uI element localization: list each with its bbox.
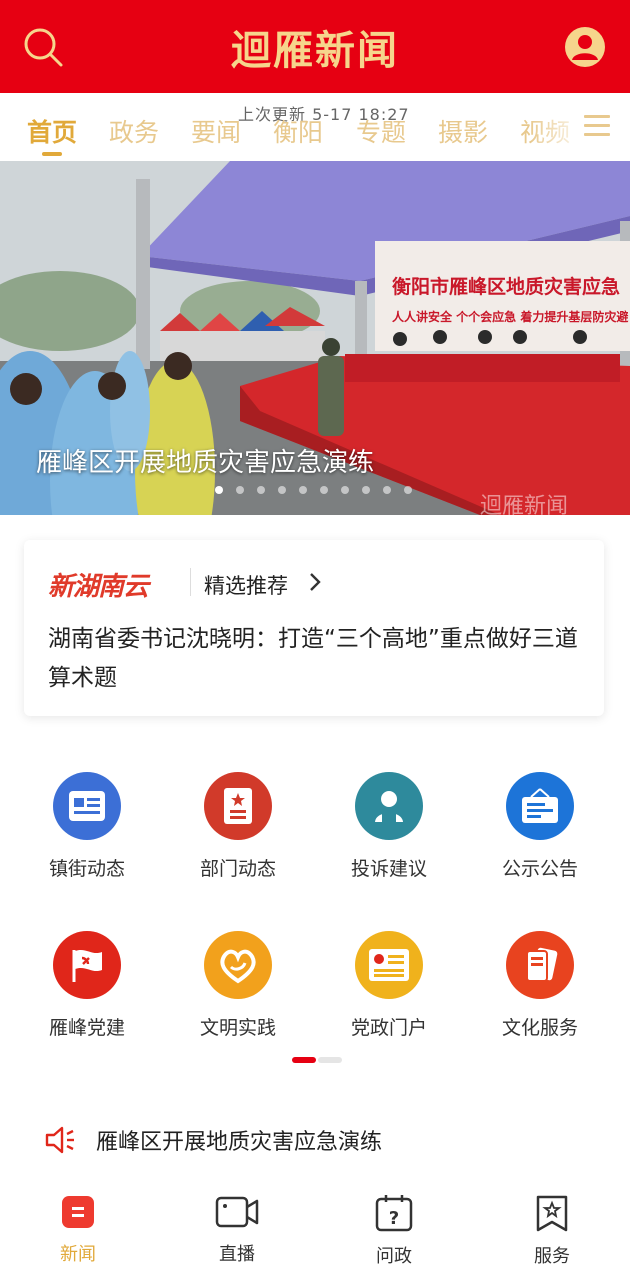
tab-home[interactable]: 首页 <box>27 113 77 149</box>
carousel-dot[interactable] <box>215 486 223 494</box>
nav-inquiry[interactable]: ? 问政 <box>344 1194 444 1268</box>
tab-headlines[interactable]: 要闻 <box>191 113 241 149</box>
cards-icon <box>506 931 574 999</box>
grid-label: 镇街动态 <box>48 858 125 880</box>
nav-label: 直播 <box>219 1244 255 1265</box>
grid-label: 雁峰党建 <box>48 1017 125 1039</box>
notice-board-icon <box>506 772 574 840</box>
grid-item-town-news[interactable]: 镇街动态 <box>17 772 157 881</box>
user-icon[interactable] <box>564 26 606 68</box>
nav-label: 问政 <box>376 1246 412 1267</box>
carousel-dot[interactable] <box>278 486 286 494</box>
recommend-label[interactable]: 精选推荐 <box>204 570 288 600</box>
heart-icon <box>204 931 272 999</box>
recommend-card[interactable]: 新湖南云 精选推荐 湖南省委书记沈晓明：打造“三个高地”重点做好三道算术题 <box>24 540 604 716</box>
grid-item-civilization[interactable]: 文明实践 <box>168 931 308 1040</box>
xinhunanyun-logo: 新湖南云 <box>48 572 149 602</box>
grid-item-department-news[interactable]: 部门动态 <box>168 772 308 881</box>
news-icon <box>62 1196 94 1228</box>
carousel-dot[interactable] <box>362 486 370 494</box>
grid-label: 部门动态 <box>199 858 276 880</box>
grid-label: 党政门户 <box>350 1017 427 1039</box>
notice-bar[interactable]: 雁峰区开展地质灾害应急演练 <box>44 1124 382 1156</box>
grid-item-party-portal[interactable]: 党政门户 <box>319 931 459 1040</box>
carousel-dot[interactable] <box>320 486 328 494</box>
menu-icon[interactable] <box>584 115 610 137</box>
news-card-icon <box>53 772 121 840</box>
grid-label: 公示公告 <box>501 858 578 880</box>
tab-hengyang[interactable]: 衡阳 <box>273 113 323 149</box>
grid-item-party-building[interactable]: 雁峰党建 <box>17 931 157 1040</box>
grid-label: 文化服务 <box>501 1017 578 1039</box>
carousel-dot[interactable] <box>383 486 391 494</box>
bottom-nav: 新闻 直播 ? 问政 服务 <box>0 1180 630 1280</box>
grid-label: 投诉建议 <box>350 858 427 880</box>
carousel-dot[interactable] <box>404 486 412 494</box>
party-flag-icon <box>53 931 121 999</box>
app-title: 迴雁新闻 <box>231 26 399 74</box>
banner-headline[interactable]: 雁峰区开展地质灾害应急演练 <box>36 442 374 479</box>
pager-dot <box>318 1057 342 1063</box>
app-header: 迴雁新闻 <box>0 0 630 93</box>
customer-service-icon <box>355 772 423 840</box>
carousel-dots <box>215 486 412 494</box>
carousel-dot[interactable] <box>236 486 244 494</box>
grid-item-announcements[interactable]: 公示公告 <box>470 772 610 881</box>
nav-news[interactable]: 新闻 <box>28 1194 128 1266</box>
svg-text:?: ? <box>389 1208 399 1229</box>
grid-item-culture-service[interactable]: 文化服务 <box>470 931 610 1040</box>
search-icon[interactable] <box>22 26 64 68</box>
tab-photography[interactable]: 摄影 <box>438 113 488 149</box>
nav-live[interactable]: 直播 <box>187 1194 287 1266</box>
bookmark-star-icon <box>536 1195 568 1232</box>
carousel-dot[interactable] <box>341 486 349 494</box>
divider <box>190 568 191 596</box>
headline-carousel[interactable]: 衡阳市雁峰区地质灾害应急 人人讲安全 个个会应急 着力提升基层防灾避 迴雁新闻 … <box>0 161 630 515</box>
question-calendar-icon: ? <box>375 1195 413 1232</box>
notice-text[interactable]: 雁峰区开展地质灾害应急演练 <box>96 1124 382 1156</box>
stage-banner-line1: 衡阳市雁峰区地质灾害应急 <box>392 275 620 298</box>
party-portal-icon <box>355 931 423 999</box>
carousel-dot[interactable] <box>257 486 265 494</box>
video-camera-icon <box>215 1196 259 1228</box>
tab-topics[interactable]: 专题 <box>356 113 406 149</box>
tab-fade-overlay <box>530 107 590 151</box>
nav-label: 服务 <box>534 1246 570 1267</box>
nav-services[interactable]: 服务 <box>502 1194 602 1268</box>
carousel-dot[interactable] <box>299 486 307 494</box>
pager-dot-active <box>292 1057 316 1063</box>
document-star-icon <box>204 772 272 840</box>
tab-government[interactable]: 政务 <box>109 113 159 149</box>
chevron-right-icon <box>310 573 321 591</box>
grid-pager <box>292 1057 342 1063</box>
nav-label: 新闻 <box>60 1244 96 1265</box>
grid-label: 文明实践 <box>199 1017 276 1039</box>
recommend-article-title[interactable]: 湖南省委书记沈晓明：打造“三个高地”重点做好三道算术题 <box>48 620 588 698</box>
channel-tabs: 上次更新 5-17 18:27 首页 政务 要闻 衡阳 专题 摄影 视频 <box>0 93 630 161</box>
active-tab-indicator <box>42 152 62 156</box>
speaker-icon <box>45 1126 74 1154</box>
banner-watermark: 迴雁新闻 <box>480 494 568 515</box>
stage-banner-line2: 人人讲安全 个个会应急 着力提升基层防灾避 <box>392 309 628 324</box>
grid-item-complaints[interactable]: 投诉建议 <box>319 772 459 881</box>
